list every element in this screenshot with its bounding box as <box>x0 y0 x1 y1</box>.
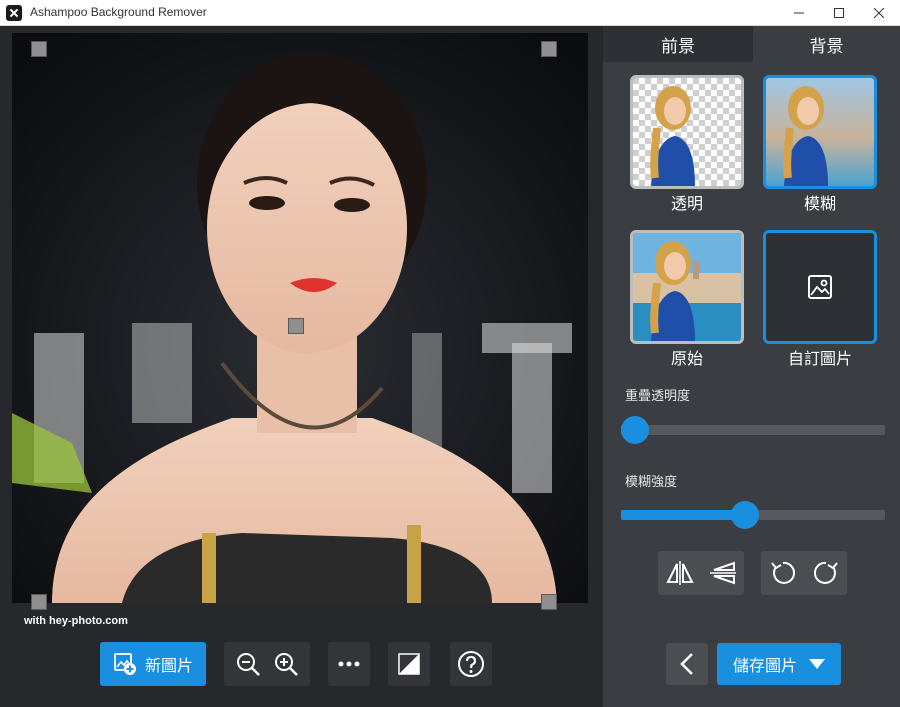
blur-strength-label: 模糊強度 <box>625 475 678 490</box>
flip-vertical-icon[interactable] <box>708 560 738 586</box>
overlay-opacity-slider[interactable] <box>621 416 885 444</box>
zoom-controls <box>224 642 310 686</box>
overlay-opacity-knob[interactable] <box>621 416 649 444</box>
compare-button[interactable] <box>388 642 430 686</box>
resize-handle-top-right[interactable] <box>541 41 557 57</box>
close-icon <box>874 8 884 18</box>
blur-strength-slider[interactable] <box>621 501 885 529</box>
move-handle-center[interactable] <box>288 318 304 334</box>
app-logo-icon <box>6 5 22 21</box>
tab-background[interactable]: 背景 <box>753 26 900 62</box>
overlay-opacity-label: 重疊透明度 <box>625 389 691 404</box>
tab-foreground[interactable]: 前景 <box>603 26 753 62</box>
app-window: Ashampoo Background Remover with hey-pho… <box>0 0 900 707</box>
blur-strength-knob[interactable] <box>731 501 759 529</box>
option-custom-image[interactable] <box>763 230 877 344</box>
help-icon <box>458 651 484 677</box>
chevron-left-icon <box>680 653 693 675</box>
flip-controls <box>658 551 744 595</box>
resize-handle-bottom-left[interactable] <box>31 594 47 610</box>
settings-panel: 前景 背景 透明 模糊 原始 自訂圖片 重疊透明度 模糊強度 儲存圖片 <box>603 26 900 707</box>
option-blur-label: 模糊 <box>803 194 836 213</box>
window-title: Ashampoo Background Remover <box>30 5 207 19</box>
resize-handle-bottom-right[interactable] <box>541 594 557 610</box>
new-image-label: 新圖片 <box>144 656 193 675</box>
help-button[interactable] <box>450 642 492 686</box>
save-image-label: 儲存圖片 <box>732 656 797 675</box>
zoom-out-icon[interactable] <box>235 651 261 677</box>
dropdown-arrow-icon[interactable] <box>809 659 825 669</box>
close-button[interactable] <box>856 0 900 26</box>
blur-thumbnail <box>766 78 874 186</box>
back-button[interactable] <box>666 643 708 685</box>
transparent-thumbnail <box>633 78 741 186</box>
rotate-controls <box>761 551 847 595</box>
maximize-icon <box>834 8 844 18</box>
option-original[interactable] <box>630 230 744 344</box>
save-image-button[interactable]: 儲存圖片 <box>717 643 841 685</box>
rotate-left-icon[interactable] <box>769 559 797 587</box>
option-transparent-label: 透明 <box>670 194 703 213</box>
more-options-button[interactable] <box>328 642 370 686</box>
zoom-in-icon[interactable] <box>273 651 299 677</box>
blur-strength-fill <box>621 510 745 520</box>
resize-handle-top-left[interactable] <box>31 41 47 57</box>
panel-tabs: 前景 背景 <box>603 26 900 62</box>
canvas-area: with hey-photo.com 新圖片 <box>0 26 603 707</box>
option-original-label: 原始 <box>670 349 703 368</box>
minimize-icon <box>794 12 804 14</box>
option-blur[interactable] <box>763 75 877 189</box>
image-icon <box>808 275 832 299</box>
compare-icon <box>398 653 420 675</box>
rotate-right-icon[interactable] <box>812 559 840 587</box>
bottom-toolbar: 新圖片 <box>0 642 603 702</box>
option-custom-image-label: 自訂圖片 <box>787 349 852 368</box>
new-image-button[interactable]: 新圖片 <box>100 642 206 686</box>
ellipsis-icon <box>338 661 360 667</box>
original-thumbnail <box>633 233 741 341</box>
photo-watermark: with hey-photo.com <box>24 615 128 627</box>
flip-horizontal-icon[interactable] <box>665 560 695 586</box>
option-transparent[interactable] <box>630 75 744 189</box>
add-image-icon <box>114 653 136 675</box>
title-bar: Ashampoo Background Remover <box>0 0 900 26</box>
